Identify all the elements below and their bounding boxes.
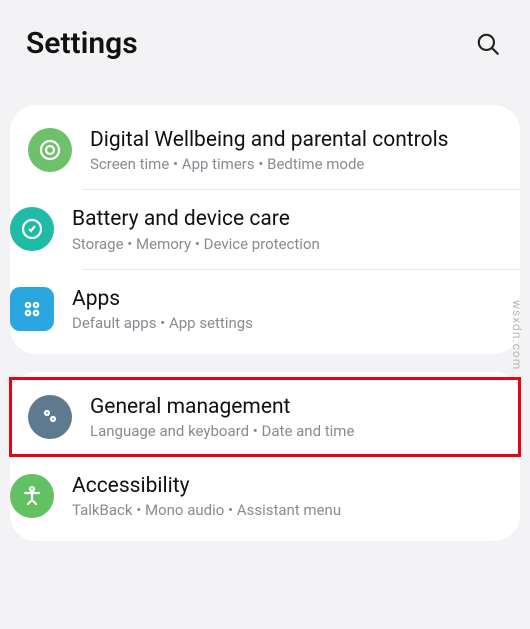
settings-item-subtitle: TalkBack • Mono audio • Assistant menu: [72, 501, 502, 519]
settings-list: Digital Wellbeing and parental controls S…: [0, 105, 530, 541]
apps-icon: [10, 287, 54, 331]
settings-item-battery-device-care[interactable]: Battery and device careStorage • Memory …: [82, 189, 520, 268]
settings-item-title: Apps: [72, 286, 502, 312]
settings-item-subtitle: Screen time • App timers • Bedtime mode: [90, 155, 502, 173]
settings-group: Digital Wellbeing and parental controls S…: [10, 105, 520, 354]
settings-item-title: Battery and device care: [72, 206, 502, 232]
settings-item-subtitle: Language and keyboard • Date and time: [90, 422, 502, 440]
search-icon: [475, 31, 501, 57]
settings-item-texts: Apps Default apps • App settings: [72, 286, 502, 332]
settings-item-general-management[interactable]: General management Language and keyboard …: [10, 378, 520, 456]
accessibility-icon: [10, 474, 54, 518]
search-button[interactable]: [472, 28, 504, 60]
settings-item-texts: Digital Wellbeing and parental controls S…: [90, 127, 502, 173]
settings-item-title: General management: [90, 394, 502, 420]
header: Settings: [0, 0, 530, 87]
wellbeing-icon: [28, 128, 72, 172]
settings-item-title: Accessibility: [72, 473, 502, 499]
sliders-icon: [28, 395, 72, 439]
settings-item-title: Digital Wellbeing and parental controls: [90, 127, 502, 153]
settings-item-texts: General management Language and keyboard …: [90, 394, 502, 440]
settings-item-apps[interactable]: AppsDefault apps • App settings: [82, 269, 520, 348]
settings-group: General management Language and keyboard …: [10, 372, 520, 542]
settings-item-texts: Battery and device care Storage • Memory …: [72, 206, 502, 252]
watermark: wsxdn.com: [510, 300, 524, 370]
settings-item-digital-wellbeing[interactable]: Digital Wellbeing and parental controls S…: [10, 111, 520, 189]
page-title: Settings: [26, 26, 138, 61]
settings-item-texts: Accessibility TalkBack • Mono audio • Ass…: [72, 473, 502, 519]
battery-care-icon: [10, 207, 54, 251]
settings-item-subtitle: Default apps • App settings: [72, 314, 502, 332]
settings-item-subtitle: Storage • Memory • Device protection: [72, 235, 502, 253]
settings-item-accessibility[interactable]: AccessibilityTalkBack • Mono audio • Ass…: [82, 456, 520, 535]
